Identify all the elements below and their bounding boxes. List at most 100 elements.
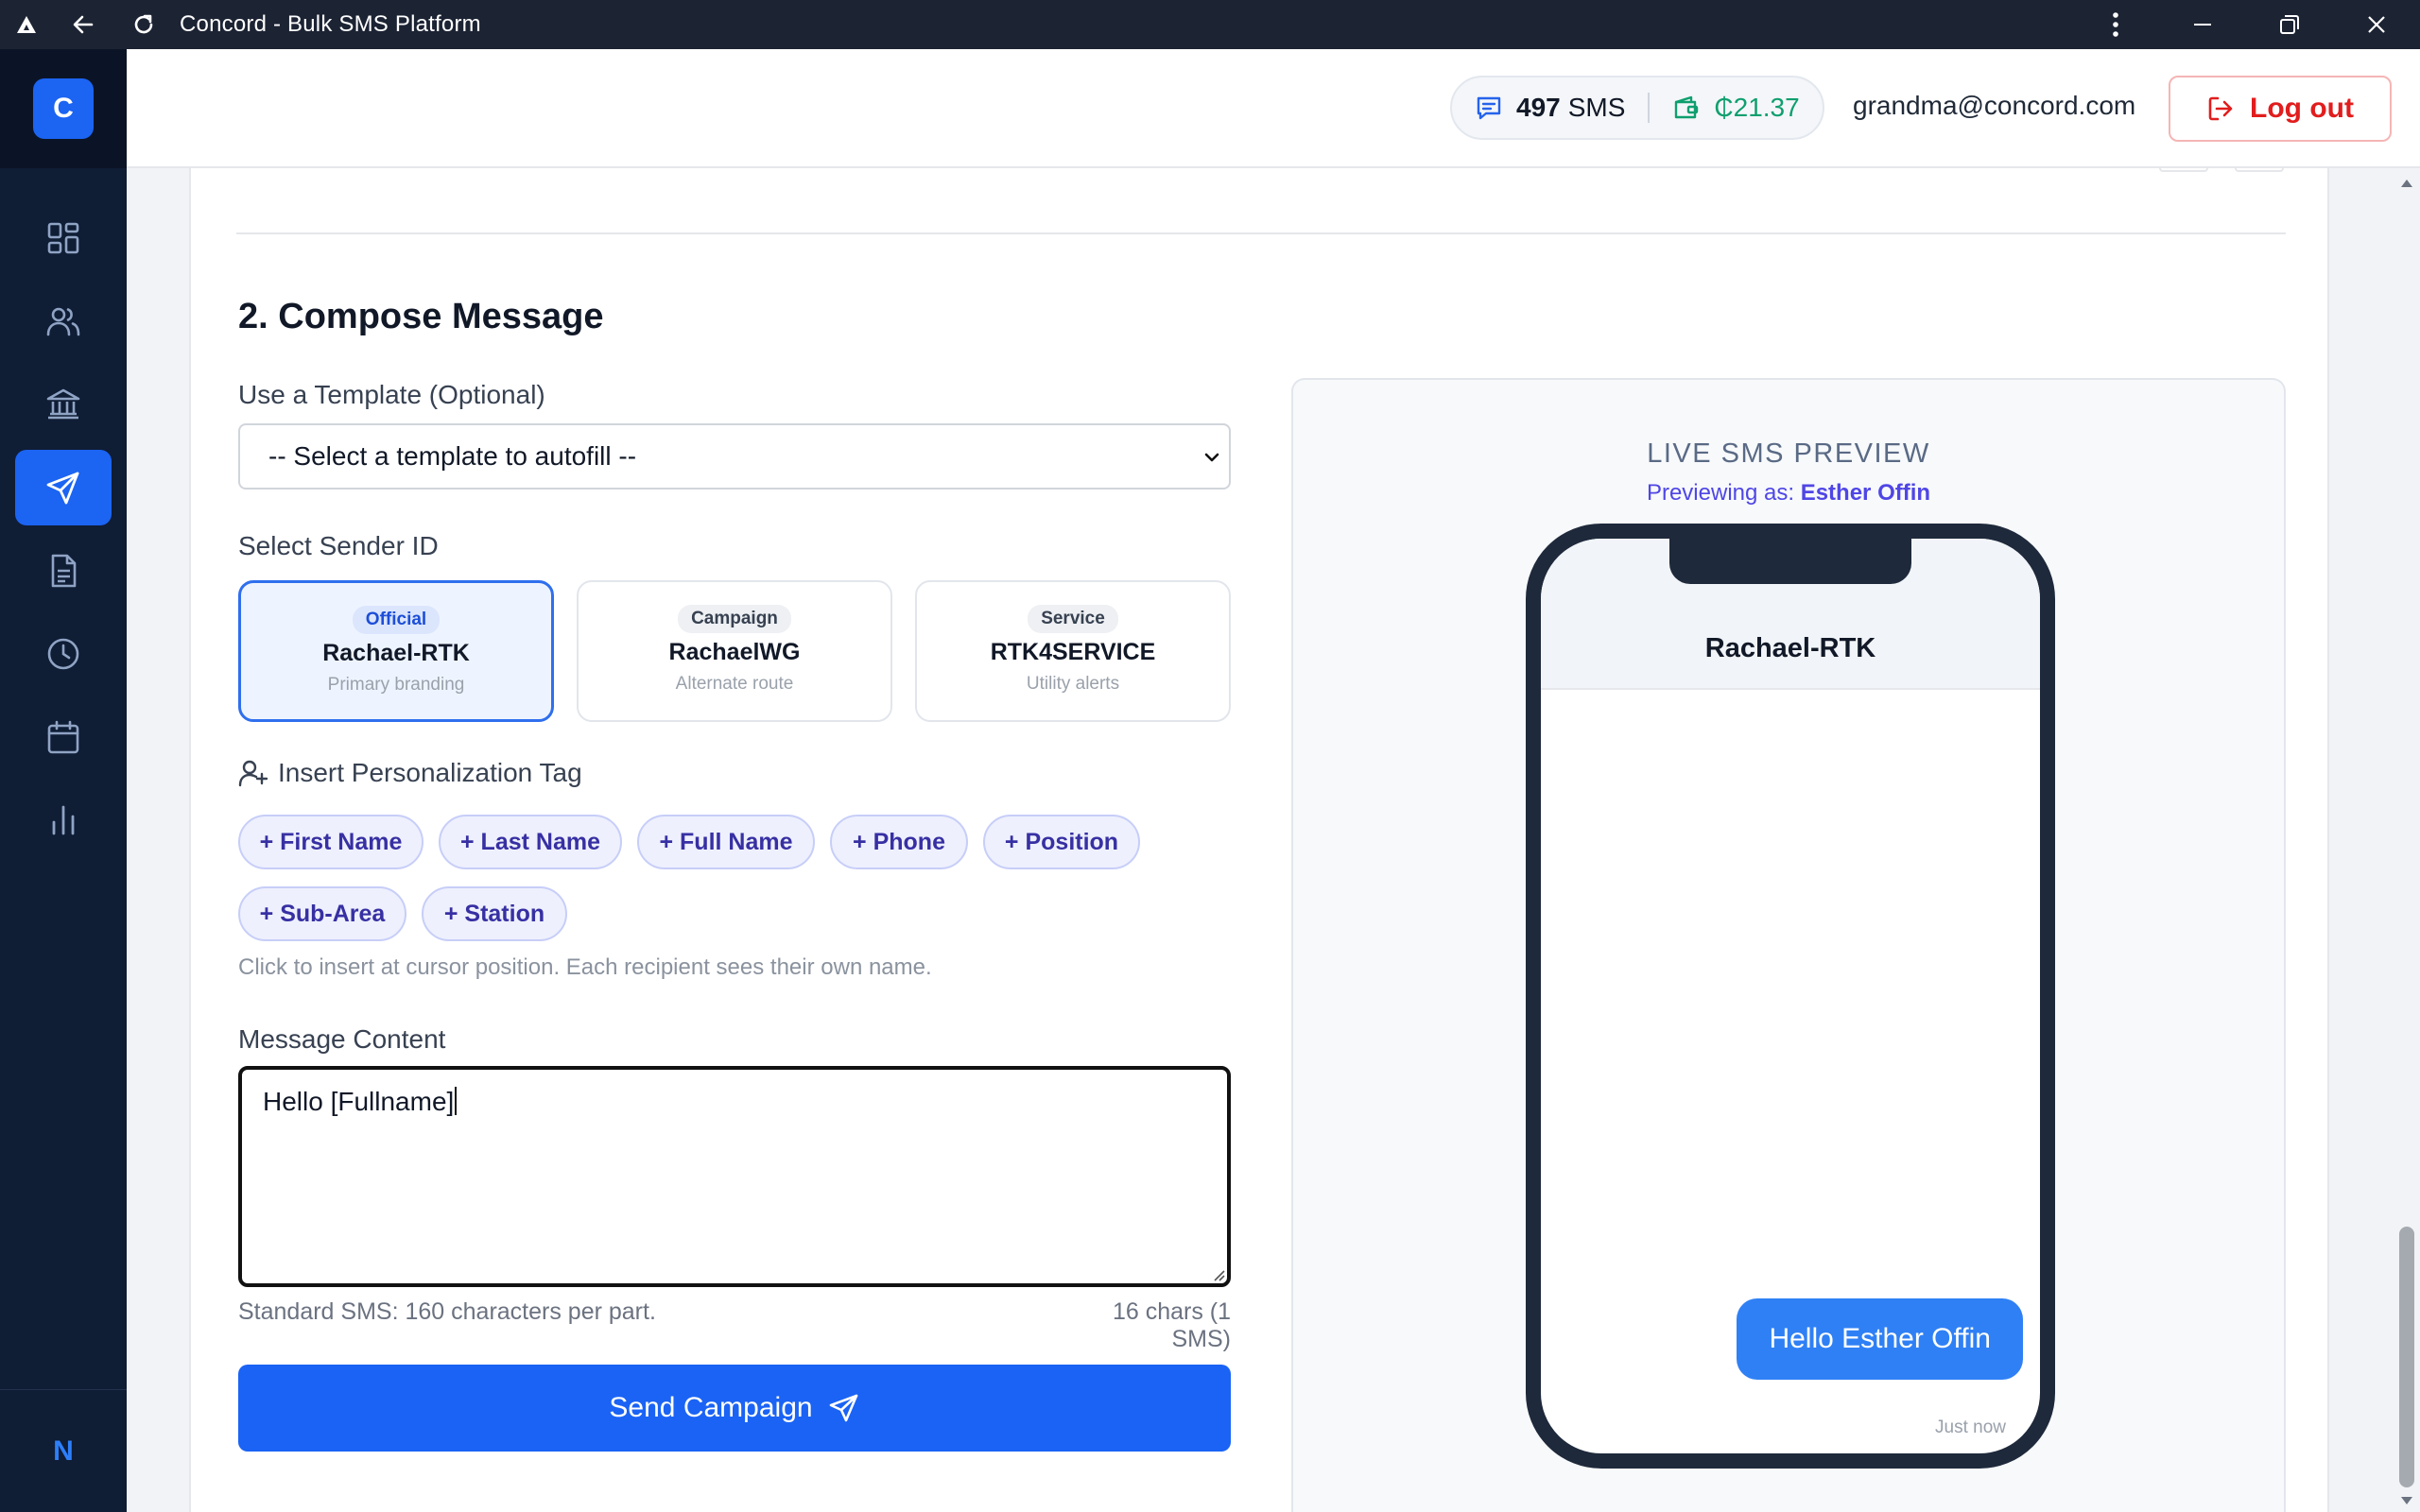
compose-card: 2. Compose Message Use a Template (Optio…: [189, 168, 2329, 1512]
tag-sub-area[interactable]: + Sub-Area: [238, 886, 406, 941]
logout-label: Log out: [2250, 93, 2354, 124]
dashboard-icon: [47, 222, 79, 254]
previewing-name: Esther Offin: [1800, 480, 1931, 506]
app-logo-icon: [0, 0, 53, 49]
sms-count: 497: [1516, 93, 1561, 122]
calendar-icon: [47, 720, 79, 754]
sidebar-item-contacts[interactable]: [15, 284, 112, 359]
close-button[interactable]: [2333, 0, 2420, 49]
sender-description: Alternate route: [675, 674, 794, 694]
sms-length-info: Standard SMS: 160 characters per part.: [238, 1298, 656, 1325]
message-text: Hello [Fullname]: [263, 1087, 455, 1116]
phone-mockup: Rachael-RTK Hello Esther Offin Just now: [1526, 524, 2055, 1469]
app-logo[interactable]: C: [33, 78, 94, 139]
page-scrollbar[interactable]: [2394, 168, 2420, 1512]
message-content-textarea[interactable]: Hello [Fullname]: [238, 1066, 1231, 1287]
sidebar-item-send[interactable]: [15, 450, 112, 525]
sender-option-campaign[interactable]: Campaign RachaelWG Alternate route: [577, 580, 892, 722]
section-title: 2. Compose Message: [238, 297, 604, 336]
sidebar-item-schedule[interactable]: [15, 699, 112, 775]
sms-credit: 497 SMS: [1475, 93, 1625, 123]
sender-option-official[interactable]: Official Rachael-RTK Primary branding: [238, 580, 554, 722]
document-icon: [51, 554, 77, 588]
back-button[interactable]: [53, 0, 113, 49]
top-header: 497 SMS ₵21.37 grandma@concord.com Log o…: [127, 49, 2420, 168]
sidebar-item-reports[interactable]: [15, 533, 112, 609]
sender-name: RachaelWG: [668, 639, 801, 665]
sidebar-item-history[interactable]: [15, 616, 112, 692]
sender-description: Primary branding: [327, 675, 465, 695]
logout-icon: [2208, 96, 2233, 121]
tag-station[interactable]: + Station: [422, 886, 567, 941]
minimize-button[interactable]: [2159, 0, 2246, 49]
sidebar-item-organizations[interactable]: [15, 367, 112, 442]
sender-badge: Campaign: [678, 605, 791, 633]
send-icon: [46, 472, 79, 505]
logout-button[interactable]: Log out: [2169, 76, 2392, 142]
template-selected-value: -- Select a template to autofill --: [268, 441, 637, 471]
sender-option-service[interactable]: Service RTK4SERVICE Utility alerts: [915, 580, 1231, 722]
tag-last-name[interactable]: + Last Name: [439, 815, 622, 869]
send-campaign-label: Send Campaign: [609, 1392, 813, 1423]
users-icon: [46, 307, 80, 336]
send-campaign-button[interactable]: Send Campaign: [238, 1365, 1231, 1452]
sms-unit: SMS: [1567, 93, 1626, 122]
user-plus-icon: [238, 760, 268, 787]
sidebar: C N: [0, 49, 127, 1512]
wallet-icon: [1675, 95, 1699, 119]
sender-name: RTK4SERVICE: [990, 639, 1156, 665]
send-icon: [829, 1394, 857, 1422]
character-count: 16 chars (1 SMS): [1112, 1298, 1231, 1352]
user-email: grandma@concord.com: [1853, 91, 2136, 120]
wallet-balance: ₵21.37: [1672, 93, 1800, 123]
balance-amount: ₵21.37: [1714, 93, 1800, 122]
sidebar-item-dashboard[interactable]: [15, 200, 112, 276]
sidebar-logo-area: C: [0, 49, 127, 168]
tag-full-name[interactable]: + Full Name: [637, 815, 815, 869]
personalization-tag-header: Insert Personalization Tag: [238, 758, 582, 788]
stat-divider: [1648, 93, 1651, 123]
template-label: Use a Template (Optional): [238, 380, 545, 409]
preview-heading: LIVE SMS PREVIEW: [1647, 438, 1930, 469]
tag-hint: Click to insert at cursor position. Each…: [238, 954, 932, 980]
sidebar-nav: [0, 168, 127, 858]
title-bar: Concord - Bulk SMS Platform: [0, 0, 2420, 49]
account-stats: 497 SMS ₵21.37: [1450, 76, 1824, 140]
reload-button[interactable]: [113, 0, 174, 49]
message-timestamp: Just now: [1935, 1418, 2006, 1437]
phone-sender-name: Rachael-RTK: [1704, 633, 1876, 663]
sender-id-label: Select Sender ID: [238, 531, 439, 560]
clock-icon: [47, 638, 79, 670]
sender-badge: Service: [1028, 605, 1118, 633]
scroll-down-icon[interactable]: [2399, 1495, 2414, 1506]
bank-icon: [46, 388, 80, 420]
window-title: Concord - Bulk SMS Platform: [180, 11, 481, 37]
card-control-left[interactable]: [2159, 168, 2208, 172]
sender-name: Rachael-RTK: [322, 640, 470, 666]
more-options-icon[interactable]: [2072, 0, 2159, 49]
personalization-tag-label: Insert Personalization Tag: [278, 758, 582, 787]
tag-position[interactable]: + Position: [983, 815, 1140, 869]
tag-first-name[interactable]: + First Name: [238, 815, 424, 869]
message-icon: [1477, 96, 1501, 120]
scrollbar-thumb[interactable]: [2399, 1227, 2414, 1487]
previewing-prefix: Previewing as:: [1646, 480, 1795, 506]
chevron-down-icon: [1204, 453, 1219, 462]
user-initial[interactable]: N: [0, 1389, 127, 1512]
sidebar-item-analytics[interactable]: [15, 782, 112, 858]
previewing-as: Previewing as: Esther Offin: [1293, 480, 2284, 507]
section-divider: [236, 232, 2286, 234]
live-sms-preview: LIVE SMS PREVIEW Previewing as: Esther O…: [1291, 378, 2286, 1512]
template-select[interactable]: -- Select a template to autofill --: [238, 423, 1231, 490]
tag-phone[interactable]: + Phone: [830, 815, 968, 869]
scroll-up-icon[interactable]: [2399, 178, 2414, 189]
maximize-button[interactable]: [2246, 0, 2333, 49]
text-cursor: [455, 1087, 458, 1115]
bar-chart-icon: [52, 805, 75, 835]
resize-handle-icon[interactable]: [1212, 1268, 1225, 1281]
message-bubble: Hello Esther Offin: [1737, 1298, 2023, 1380]
sender-badge: Official: [352, 606, 441, 634]
card-control-right[interactable]: [2235, 168, 2284, 172]
message-content-label: Message Content: [238, 1024, 446, 1054]
phone-notch: [1669, 539, 1911, 584]
